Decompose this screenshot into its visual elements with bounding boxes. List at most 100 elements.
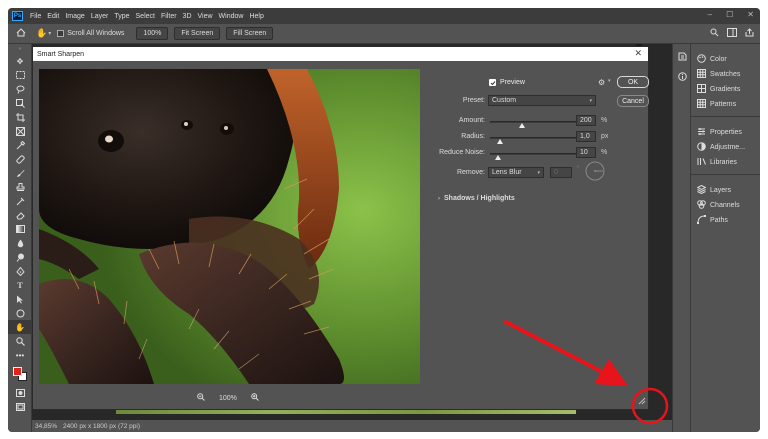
move-tool-icon[interactable]: ✥ xyxy=(8,54,32,68)
ok-button[interactable]: OK xyxy=(617,76,649,88)
angle-input[interactable]: 0 xyxy=(550,167,572,178)
shadows-highlights-toggle[interactable]: › Shadows / Highlights xyxy=(438,195,515,202)
screen-mode-icon[interactable] xyxy=(8,400,32,414)
shape-tool-icon[interactable] xyxy=(8,306,32,320)
collapse-toolbar-icon[interactable]: » xyxy=(8,44,32,54)
panel-tab-layers[interactable]: Layers xyxy=(691,183,760,198)
amount-slider-thumb[interactable] xyxy=(519,123,525,128)
brush-tool-icon[interactable] xyxy=(8,166,32,180)
panel-tab-channels[interactable]: Channels xyxy=(691,198,760,213)
dialog-title: Smart Sharpen xyxy=(37,50,85,58)
remove-select[interactable]: Lens Blur ▾ xyxy=(488,167,544,178)
panel-tab-color[interactable]: Color xyxy=(691,52,760,67)
menu-filter[interactable]: Filter xyxy=(158,13,180,20)
panel-label-channels: Channels xyxy=(710,202,740,209)
dialog-title-bar[interactable]: Smart Sharpen ✕ xyxy=(33,47,648,61)
checkbox-box[interactable] xyxy=(57,30,65,37)
eraser-tool-icon[interactable] xyxy=(8,208,32,222)
eyedropper-tool-icon[interactable] xyxy=(8,138,32,152)
preview-checkbox[interactable]: Preview xyxy=(489,79,525,86)
more-tools-icon[interactable]: ••• xyxy=(8,348,32,362)
panel-tab-swatches[interactable]: Swatches xyxy=(691,67,760,82)
dialog-resize-grip-icon[interactable] xyxy=(638,397,646,407)
angle-dial-icon[interactable] xyxy=(585,161,605,183)
panel-tab-gradients[interactable]: Gradients xyxy=(691,82,760,97)
menu-file[interactable]: File xyxy=(27,13,44,20)
menu-image[interactable]: Image xyxy=(62,13,87,20)
crop-tool-icon[interactable] xyxy=(8,110,32,124)
zoom-in-icon[interactable] xyxy=(251,393,259,403)
status-doc-info[interactable]: 2400 px x 1800 px (72 ppi) xyxy=(63,423,140,430)
zoom-tool-icon[interactable] xyxy=(8,334,32,348)
pen-tool-icon[interactable] xyxy=(8,264,32,278)
healing-brush-tool-icon[interactable] xyxy=(8,152,32,166)
close-window-button[interactable]: ✕ xyxy=(747,10,754,19)
zoom-100-button[interactable]: 100% xyxy=(136,27,169,40)
spider-photo xyxy=(39,69,420,384)
channels-icon xyxy=(697,200,706,211)
gradient-tool-icon[interactable] xyxy=(8,222,32,236)
window-controls: – ☐ ✕ xyxy=(708,10,754,19)
dropdown-chevron-icon[interactable]: ▾ xyxy=(48,30,51,37)
zoom-out-icon[interactable] xyxy=(197,393,205,403)
menu-select[interactable]: Select xyxy=(133,13,158,20)
menu-layer[interactable]: Layer xyxy=(88,13,112,20)
scroll-all-windows-checkbox[interactable]: Scroll All Windows xyxy=(57,30,124,37)
radius-input[interactable]: 1,0 xyxy=(576,131,596,142)
quick-mask-icon[interactable] xyxy=(8,386,32,400)
frame-tool-icon[interactable] xyxy=(8,124,32,138)
panel-tab-patterns[interactable]: Patterns xyxy=(691,97,760,112)
search-icon[interactable] xyxy=(710,28,719,39)
panel-tab-paths[interactable]: Paths xyxy=(691,213,760,228)
dialog-close-icon[interactable]: ✕ xyxy=(634,48,642,59)
minimize-button[interactable]: – xyxy=(708,10,712,19)
menu-window[interactable]: Window xyxy=(216,13,247,20)
menu-edit[interactable]: Edit xyxy=(44,13,62,20)
marquee-tool-icon[interactable] xyxy=(8,68,32,82)
panel-tab-adjustments[interactable]: Adjustme... xyxy=(691,140,760,155)
menu-type[interactable]: Type xyxy=(111,13,132,20)
panel-label-layers: Layers xyxy=(710,187,732,194)
type-tool-icon[interactable]: T xyxy=(8,278,32,292)
hand-tool-active-icon[interactable]: ✋ xyxy=(8,320,32,334)
gear-menu-chevron-icon[interactable]: ▾ xyxy=(608,78,611,84)
clone-stamp-tool-icon[interactable] xyxy=(8,180,32,194)
history-brush-tool-icon[interactable] xyxy=(8,194,32,208)
panel-label-swatches: Swatches xyxy=(710,71,741,78)
radius-slider-thumb[interactable] xyxy=(497,139,503,144)
restore-button[interactable]: ☐ xyxy=(726,10,733,19)
menu-help[interactable]: Help xyxy=(246,13,266,20)
amount-input[interactable]: 200 xyxy=(576,115,596,126)
foreground-color-swatch[interactable] xyxy=(13,367,22,376)
info-panel-icon[interactable] xyxy=(673,68,691,84)
history-panel-icon[interactable] xyxy=(673,48,691,64)
select-chevron-icon: ▾ xyxy=(589,97,592,104)
panel-tab-libraries[interactable]: Libraries xyxy=(691,155,760,170)
blur-tool-icon[interactable] xyxy=(8,236,32,250)
fit-screen-button[interactable]: Fit Screen xyxy=(174,27,221,40)
home-icon[interactable] xyxy=(16,28,26,39)
share-icon[interactable] xyxy=(745,28,754,39)
reduce-noise-unit: % xyxy=(601,149,608,156)
status-zoom[interactable]: 34,85% xyxy=(35,423,57,430)
dodge-tool-icon[interactable] xyxy=(8,250,32,264)
menu-view[interactable]: View xyxy=(195,13,216,20)
fill-screen-button[interactable]: Fill Screen xyxy=(226,27,274,40)
reduce-noise-input[interactable]: 10 xyxy=(576,147,596,158)
object-selection-tool-icon[interactable] xyxy=(8,96,32,110)
filter-preview-image[interactable] xyxy=(39,69,420,384)
preset-select[interactable]: Custom ▾ xyxy=(488,95,596,106)
cancel-button[interactable]: Cancel xyxy=(617,95,649,107)
settings-gear-icon[interactable]: ⚙ xyxy=(598,78,605,87)
path-selection-tool-icon[interactable] xyxy=(8,292,32,306)
checkbox-checked-icon[interactable] xyxy=(489,79,496,86)
hand-tool-icon[interactable]: ✋ xyxy=(36,28,47,39)
remove-value: Lens Blur xyxy=(492,169,522,176)
workspace-icon[interactable] xyxy=(727,28,737,39)
scroll-all-label: Scroll All Windows xyxy=(67,30,125,37)
menu-3d[interactable]: 3D xyxy=(180,13,195,20)
amount-unit: % xyxy=(601,117,608,124)
panel-tab-properties[interactable]: Properties xyxy=(691,125,760,140)
lasso-tool-icon[interactable] xyxy=(8,82,32,96)
reduce-noise-slider-thumb[interactable] xyxy=(495,155,501,160)
